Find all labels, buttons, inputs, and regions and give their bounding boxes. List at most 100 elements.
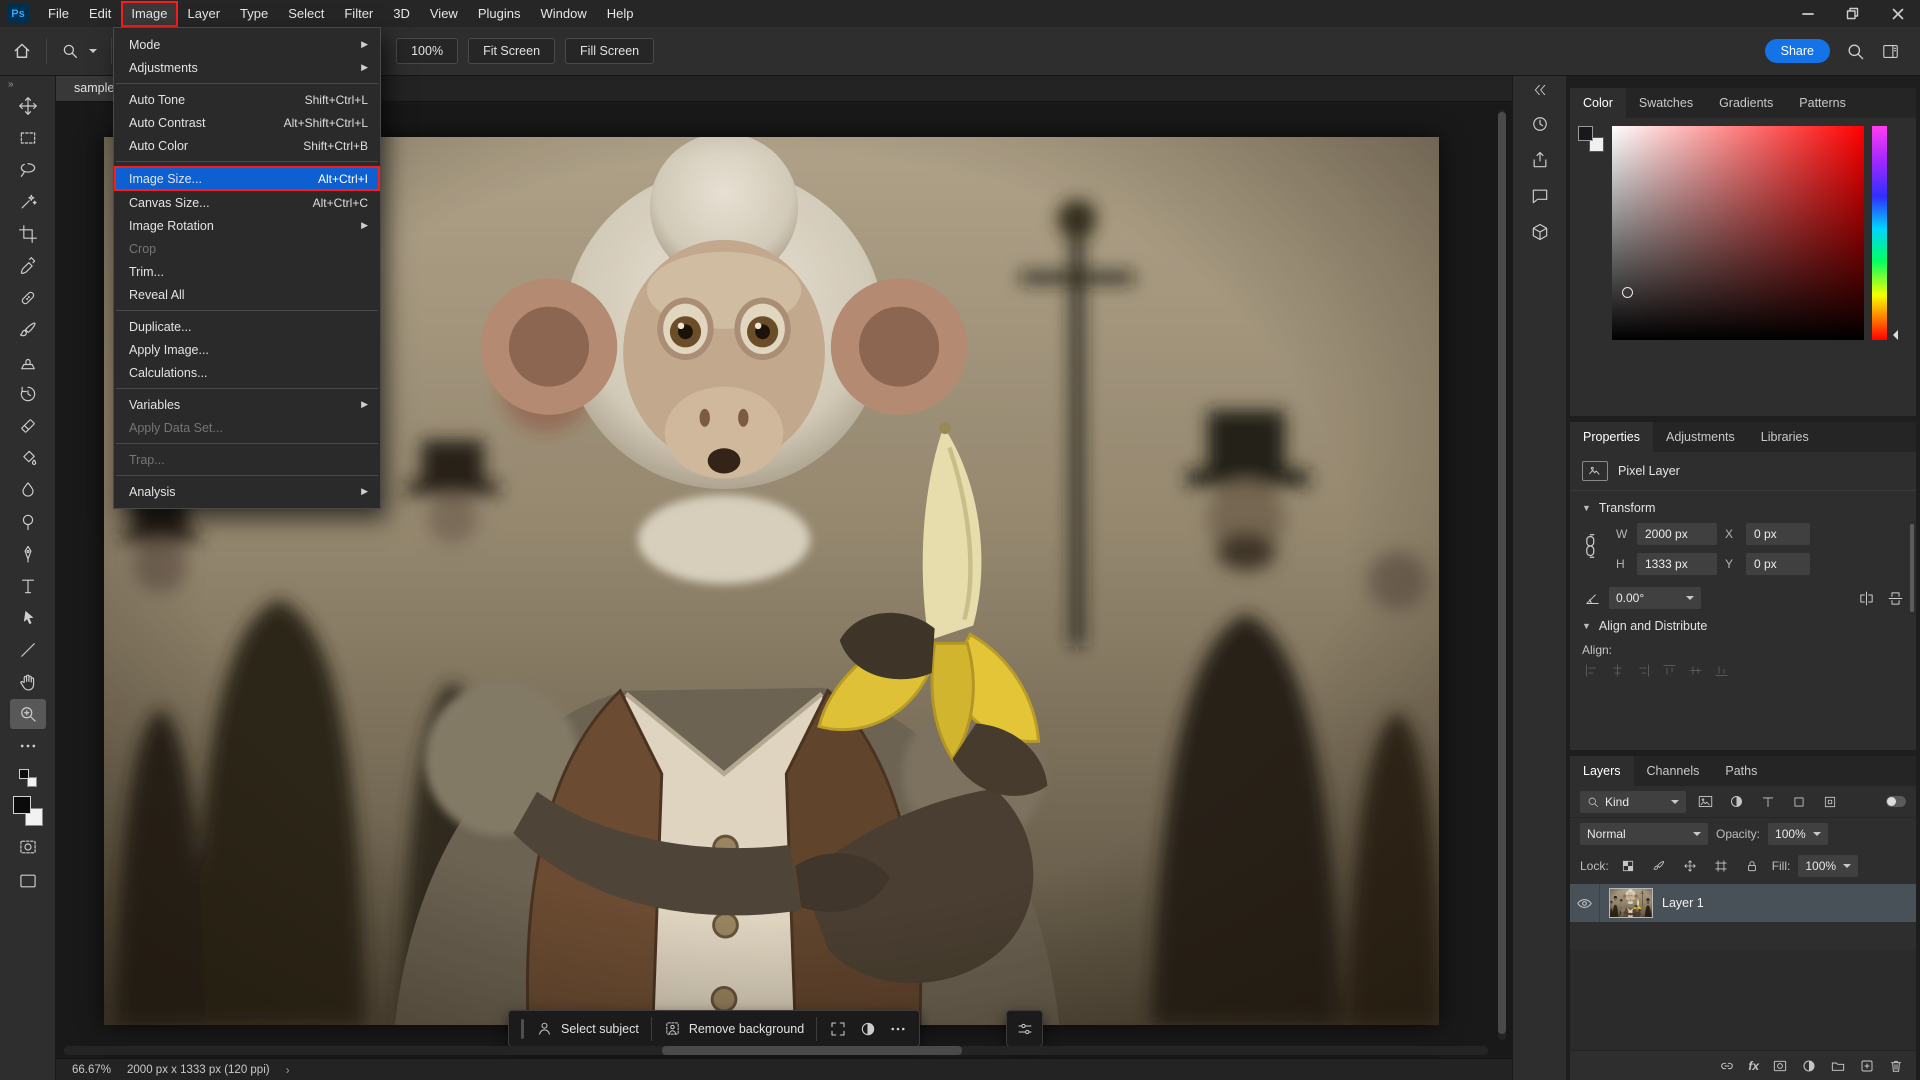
hand-tool-button[interactable] [10, 667, 46, 697]
export-icon[interactable] [1530, 150, 1550, 170]
align-middle-icon[interactable] [1688, 663, 1703, 678]
foreground-color-swatch[interactable] [13, 796, 31, 814]
align-bottom-icon[interactable] [1714, 663, 1729, 678]
history-brush-tool-button[interactable] [10, 379, 46, 409]
layer-style-icon[interactable]: fx [1748, 1059, 1759, 1073]
history-icon[interactable] [1530, 114, 1550, 134]
tab-color[interactable]: Color [1570, 88, 1626, 118]
more-tools-button[interactable] [10, 731, 46, 761]
eyedropper-tool-button[interactable] [10, 251, 46, 281]
menu-item-analysis[interactable]: Analysis▶ [114, 480, 380, 503]
fill-select[interactable]: 100% [1798, 855, 1858, 877]
filter-kind-select[interactable]: Kind [1580, 791, 1686, 813]
zoom-100-button[interactable]: 100% [396, 38, 458, 64]
align-left-icon[interactable] [1584, 663, 1599, 678]
hue-slider-marker[interactable] [1888, 330, 1898, 340]
filter-shape-layers-button[interactable] [1787, 792, 1810, 812]
menu-layer[interactable]: Layer [178, 0, 231, 27]
blend-mode-select[interactable]: Normal [1580, 823, 1708, 845]
menu-file[interactable]: File [38, 0, 79, 27]
brush-tool-button[interactable] [10, 315, 46, 345]
clone-stamp-tool-button[interactable] [10, 347, 46, 377]
crop-tool-button[interactable] [10, 219, 46, 249]
screen-mode-icon[interactable] [18, 871, 38, 891]
hue-slider[interactable] [1872, 126, 1887, 340]
tab-channels[interactable]: Channels [1634, 756, 1713, 786]
menu-item-reveal-all[interactable]: Reveal All [114, 283, 380, 306]
menu-item-apply-image[interactable]: Apply Image... [114, 338, 380, 361]
transform-icon[interactable] [829, 1020, 847, 1038]
lock-image-pixels-button[interactable] [1648, 856, 1671, 876]
layer-visibility-toggle[interactable] [1570, 884, 1600, 922]
menu-item-auto-tone[interactable]: Auto ToneShift+Ctrl+L [114, 88, 380, 111]
layer-thumbnail[interactable] [1609, 888, 1653, 918]
constrain-proportions-icon[interactable] [1583, 533, 1601, 562]
adjustment-icon[interactable] [859, 1020, 877, 1038]
menu-item-adjustments[interactable]: Adjustments▶ [114, 56, 380, 79]
menu-item-canvas-size[interactable]: Canvas Size...Alt+Ctrl+C [114, 191, 380, 214]
align-center-h-icon[interactable] [1610, 663, 1625, 678]
menu-item-mode[interactable]: Mode▶ [114, 33, 380, 56]
lock-transparent-pixels-button[interactable] [1617, 856, 1640, 876]
menu-item-image-size[interactable]: Image Size...Alt+Ctrl+I [114, 166, 380, 191]
opacity-select[interactable]: 100% [1768, 823, 1828, 845]
new-layer-icon[interactable] [1859, 1058, 1875, 1074]
link-layers-icon[interactable] [1719, 1058, 1735, 1074]
vertical-scrollbar[interactable] [1498, 110, 1506, 1040]
default-colors-button[interactable] [19, 769, 37, 787]
home-icon[interactable] [12, 41, 32, 61]
type-tool-button[interactable] [10, 571, 46, 601]
horizontal-scrollbar-thumb[interactable] [662, 1046, 962, 1055]
color-swatches-widget[interactable] [12, 795, 44, 827]
align-right-icon[interactable] [1636, 663, 1651, 678]
menu-item-auto-contrast[interactable]: Auto ContrastAlt+Shift+Ctrl+L [114, 111, 380, 134]
menu-item-image-rotation[interactable]: Image Rotation▶ [114, 214, 380, 237]
path-selection-tool-button[interactable] [10, 603, 46, 633]
eraser-tool-button[interactable] [10, 411, 46, 441]
tab-adjustments[interactable]: Adjustments [1653, 422, 1748, 452]
menu-window[interactable]: Window [530, 0, 596, 27]
quick-mask-icon[interactable] [18, 837, 38, 857]
filter-pixel-layers-button[interactable] [1694, 792, 1717, 812]
paint-bucket-tool-button[interactable] [10, 443, 46, 473]
drag-handle[interactable] [521, 1019, 524, 1039]
zoom-level[interactable]: 66.67% [72, 1064, 111, 1076]
menu-item-calculations[interactable]: Calculations... [114, 361, 380, 384]
tab-libraries[interactable]: Libraries [1748, 422, 1822, 452]
filter-smart-objects-button[interactable] [1818, 792, 1841, 812]
menu-type[interactable]: Type [230, 0, 278, 27]
flip-horizontal-icon[interactable] [1858, 590, 1875, 607]
new-adjustment-layer-icon[interactable] [1801, 1058, 1817, 1074]
filter-type-layers-button[interactable] [1756, 792, 1779, 812]
new-group-icon[interactable] [1830, 1058, 1846, 1074]
menu-filter[interactable]: Filter [334, 0, 383, 27]
zoom-tool-icon[interactable] [61, 42, 79, 60]
blur-tool-button[interactable] [10, 475, 46, 505]
fit-screen-button[interactable]: Fit Screen [468, 38, 555, 64]
angle-input[interactable]: 0.00° [1609, 587, 1701, 609]
layer-name[interactable]: Layer 1 [1662, 896, 1704, 910]
tab-paths[interactable]: Paths [1712, 756, 1770, 786]
align-top-icon[interactable] [1662, 663, 1677, 678]
flip-vertical-icon[interactable] [1887, 590, 1904, 607]
rectangular-marquee-tool-button[interactable] [10, 123, 46, 153]
remove-background-button[interactable]: Remove background [664, 1020, 804, 1037]
filters-button[interactable] [1006, 1010, 1043, 1047]
menu-item-trim[interactable]: Trim... [114, 260, 380, 283]
horizontal-scrollbar[interactable] [64, 1046, 1488, 1055]
tab-gradients[interactable]: Gradients [1706, 88, 1786, 118]
status-chevron-icon[interactable]: › [286, 1063, 290, 1077]
expand-panels-icon[interactable] [1532, 82, 1548, 98]
line-tool-button[interactable] [10, 635, 46, 665]
color-picker-marker[interactable] [1622, 287, 1633, 298]
vertical-scrollbar-thumb[interactable] [1498, 112, 1506, 1034]
workspace-icon[interactable] [1881, 42, 1900, 61]
menu-item-auto-color[interactable]: Auto ColorShift+Ctrl+B [114, 134, 380, 157]
menu-help[interactable]: Help [597, 0, 644, 27]
add-mask-icon[interactable] [1772, 1058, 1788, 1074]
tab-patterns[interactable]: Patterns [1786, 88, 1859, 118]
lock-artboard-button[interactable] [1710, 856, 1733, 876]
lock-position-button[interactable] [1679, 856, 1702, 876]
dodge-tool-button[interactable] [10, 507, 46, 537]
close-button[interactable] [1875, 0, 1920, 27]
